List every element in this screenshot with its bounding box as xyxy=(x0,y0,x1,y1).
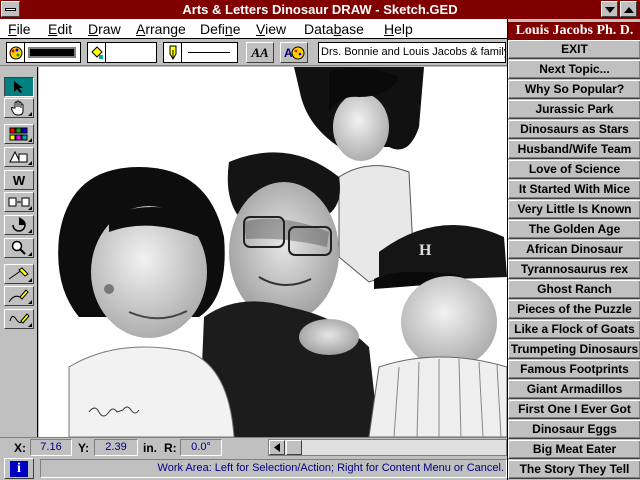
attribute-toolbar: AA A Drs. Bonnie and Louis Jacobs & fami… xyxy=(0,39,507,66)
rotate-tool[interactable] xyxy=(4,215,34,235)
shapes-icon xyxy=(9,150,28,163)
magnifier-icon xyxy=(11,240,26,255)
topic-button-exit[interactable]: EXIT xyxy=(508,40,640,59)
topic-button-like-a-flock-of-goats[interactable]: Like a Flock of Goats xyxy=(508,320,640,339)
line-sample xyxy=(188,52,230,53)
w-tool[interactable]: W xyxy=(4,170,34,190)
family-portrait-sketch: H xyxy=(39,67,507,437)
info-button[interactable]: i xyxy=(4,458,34,479)
topic-button-the-story-they-tell[interactable]: The Story They Tell xyxy=(508,460,640,479)
topic-button-big-meat-eater[interactable]: Big Meat Eater xyxy=(508,440,640,459)
menu-help[interactable]: Help xyxy=(384,21,413,37)
maximize-button[interactable] xyxy=(620,1,637,17)
topic-button-why-so-popular[interactable]: Why So Popular? xyxy=(508,80,640,99)
info-icon: i xyxy=(10,460,28,477)
topic-button-ghost-ranch[interactable]: Ghost Ranch xyxy=(508,280,640,299)
pencil-icon xyxy=(8,289,29,303)
topic-button-love-of-science[interactable]: Love of Science xyxy=(508,160,640,179)
x-label: X: xyxy=(14,441,26,455)
topic-button-next-topic[interactable]: Next Topic... xyxy=(508,60,640,79)
coordinate-status-bar: X: 7.16 Y: 2.39 in. R: 0.0° xyxy=(0,437,507,457)
triangle-up-icon xyxy=(624,7,634,13)
pencil-draw-tool[interactable] xyxy=(4,286,34,306)
unit-label: in. xyxy=(143,441,157,455)
pattern-picker[interactable] xyxy=(87,42,157,63)
text-palette-icon: A xyxy=(284,46,305,60)
topic-button-first-one-i-ever-got[interactable]: First One I Ever Got xyxy=(508,400,640,419)
status-message: Work Area: Left for Selection/Action; Ri… xyxy=(40,459,507,478)
fill-color-picker[interactable] xyxy=(6,42,81,63)
drawing-canvas[interactable]: H xyxy=(39,67,507,437)
freehand-icon xyxy=(9,313,30,324)
topic-button-trumpeting-dinosaurs[interactable]: Trumpeting Dinosaurs xyxy=(508,340,640,359)
symbols-library-tool[interactable] xyxy=(4,124,34,144)
topic-button-famous-footprints[interactable]: Famous Footprints xyxy=(508,360,640,379)
topic-button-it-started-with-mice[interactable]: It Started With Mice xyxy=(508,180,640,199)
scroll-thumb[interactable] xyxy=(286,440,302,455)
line-style-picker[interactable] xyxy=(163,42,238,63)
palette-icon xyxy=(9,46,23,60)
scroll-left-button[interactable] xyxy=(269,440,285,455)
topic-button-pieces-of-the-puzzle[interactable]: Pieces of the Puzzle xyxy=(508,300,640,319)
topic-button-giant-armadillos[interactable]: Giant Armadillos xyxy=(508,380,640,399)
menu-view[interactable]: View xyxy=(256,21,286,37)
topic-button-jurassic-park[interactable]: Jurassic Park xyxy=(508,100,640,119)
menu-database[interactable]: Database xyxy=(304,21,364,37)
r-label: R: xyxy=(164,441,177,455)
selection-arrow-tool[interactable] xyxy=(4,77,34,97)
topic-button-very-little-is-known[interactable]: Very Little Is Known xyxy=(508,200,640,219)
rotate-icon xyxy=(12,217,26,232)
x-coordinate-field[interactable]: 7.16 xyxy=(30,439,72,456)
shapes-tool[interactable] xyxy=(4,147,34,167)
panel-title: Louis Jacobs Ph. D. xyxy=(508,22,640,40)
grid-library-icon xyxy=(9,127,28,141)
y-label: Y: xyxy=(78,441,90,455)
line-draw-icon xyxy=(8,267,29,280)
topic-button-tyrannosaurus-rex[interactable]: Tyrannosaurus rex xyxy=(508,260,640,279)
topics-panel: Louis Jacobs Ph. D. EXIT Next Topic... Why… xyxy=(507,19,640,480)
topic-button-dinosaurs-as-stars[interactable]: Dinosaurs as Stars xyxy=(508,120,640,139)
line-draw-tool[interactable] xyxy=(4,264,34,284)
hand-icon xyxy=(11,100,24,116)
topic-button-dinosaur-eggs[interactable]: Dinosaur Eggs xyxy=(508,420,640,439)
pen-nib-icon xyxy=(169,45,177,60)
menu-draw[interactable]: Draw xyxy=(88,21,121,37)
fill-swatch xyxy=(28,47,76,58)
minimize-button[interactable] xyxy=(601,1,618,17)
font-button[interactable]: AA xyxy=(246,42,274,63)
message-bar: i Work Area: Left for Selection/Action; … xyxy=(0,457,507,480)
paint-bucket-icon xyxy=(91,46,103,59)
topic-button-african-dinosaur[interactable]: African Dinosaur xyxy=(508,240,640,259)
title-bar: Arts & Letters Dinosaur DRAW - Sketch.GE… xyxy=(0,0,640,19)
topic-button-husband-wife-team[interactable]: Husband/Wife Team xyxy=(508,140,640,159)
y-coordinate-field[interactable]: 2.39 xyxy=(94,439,138,456)
text-box-tool[interactable] xyxy=(4,192,34,212)
text-box-icon xyxy=(8,197,30,207)
toolbox: W xyxy=(0,67,38,437)
hand-grab-tool[interactable] xyxy=(4,98,34,118)
rotation-field[interactable]: 0.0° xyxy=(180,439,222,456)
zoom-tool[interactable] xyxy=(4,238,34,258)
menu-bar: File Edit Draw Arrange Define View Datab… xyxy=(0,19,507,39)
menu-file[interactable]: File xyxy=(8,21,31,37)
title-banner-field[interactable]: Drs. Bonnie and Louis Jacobs & family xyxy=(318,42,506,63)
window-title: Arts & Letters Dinosaur DRAW - Sketch.GE… xyxy=(182,2,458,17)
arrow-cursor-icon xyxy=(14,81,23,93)
menu-define[interactable]: Define xyxy=(200,21,241,37)
menu-edit[interactable]: Edit xyxy=(48,21,72,37)
freehand-draw-tool[interactable] xyxy=(4,309,34,329)
topic-button-the-golden-age[interactable]: The Golden Age xyxy=(508,220,640,239)
triangle-down-icon xyxy=(605,7,615,13)
text-color-button[interactable]: A xyxy=(280,42,308,63)
horizontal-scrollbar[interactable] xyxy=(268,439,507,456)
menu-arrange[interactable]: Arrange xyxy=(136,21,186,37)
triangle-left-icon xyxy=(274,443,280,452)
svg-text:H: H xyxy=(419,242,432,259)
